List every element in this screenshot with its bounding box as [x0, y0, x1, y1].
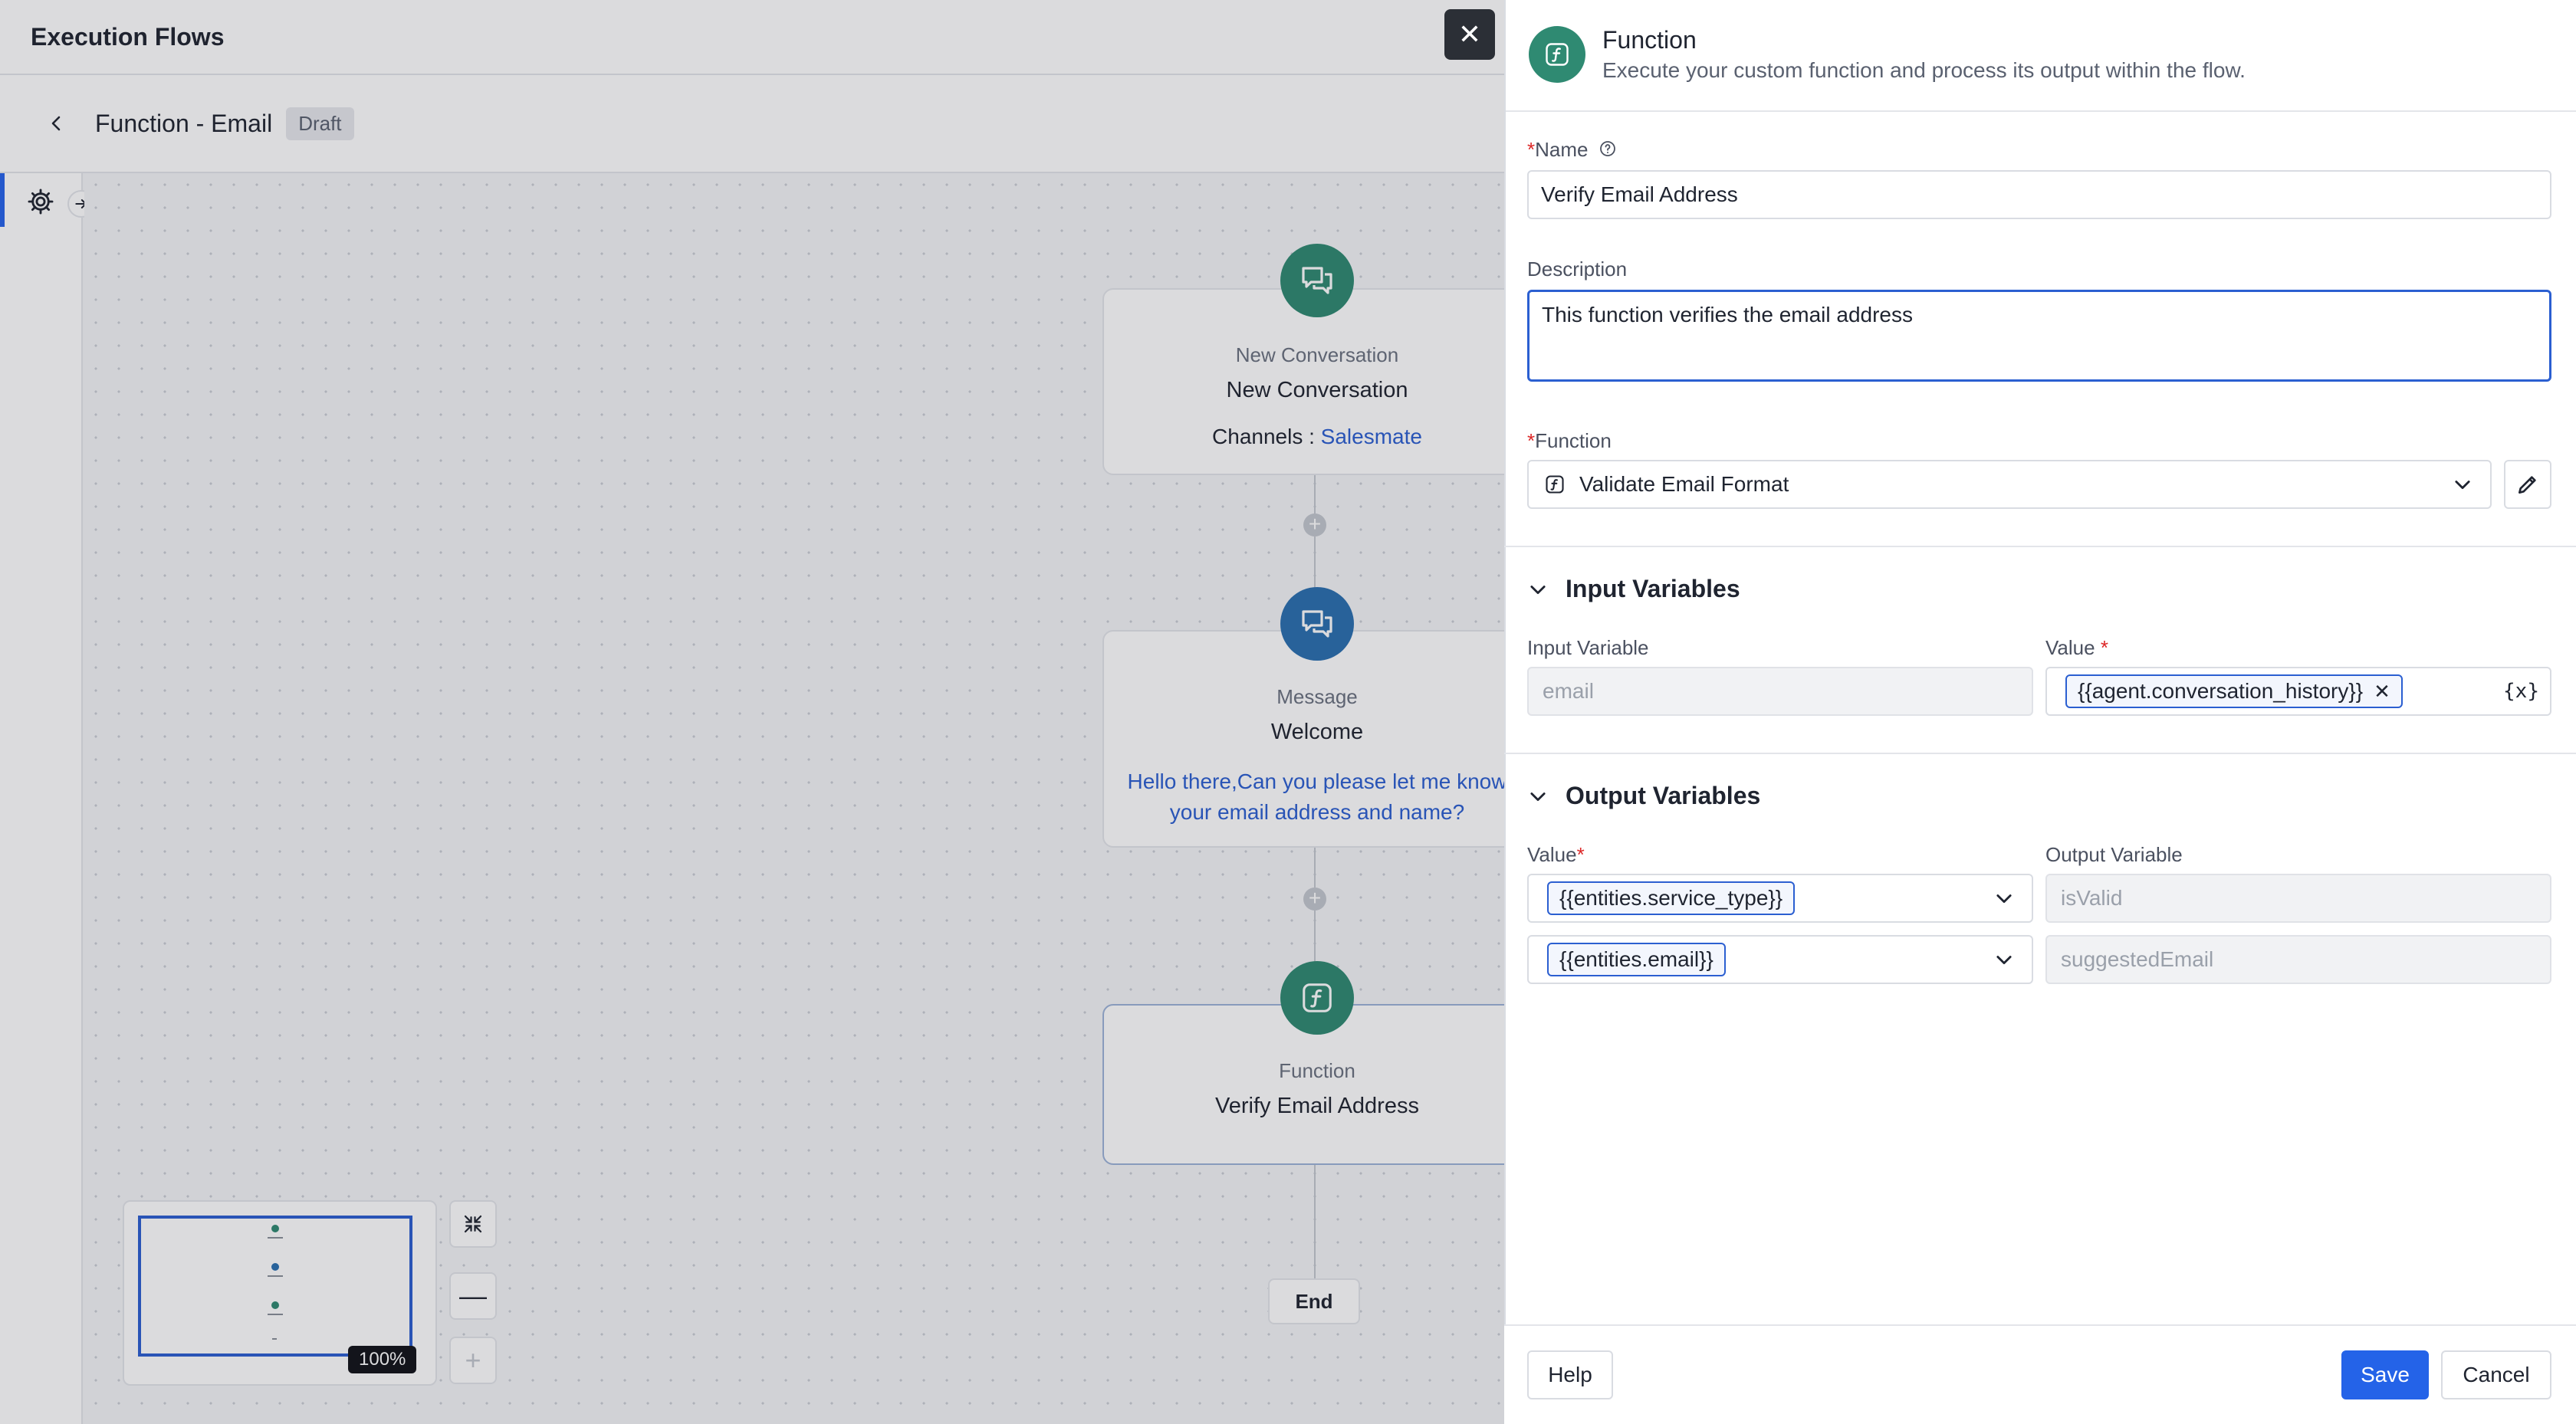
function-label-text: Function — [1535, 429, 1612, 452]
input-variable-field: email — [1527, 667, 2033, 716]
name-input[interactable] — [1527, 170, 2551, 219]
help-button[interactable]: Help — [1527, 1350, 1613, 1399]
required-marker: * — [1527, 429, 1536, 452]
pencil-icon — [2518, 476, 2536, 494]
close-icon: ✕ — [1457, 18, 1482, 50]
help-circle-icon[interactable] — [1598, 139, 1617, 163]
input-variables-toggle[interactable]: Input Variables — [1527, 575, 1740, 603]
input-variables-title: Input Variables — [1566, 575, 1740, 602]
required-marker: * — [1527, 138, 1536, 161]
chevron-down-icon — [1530, 585, 1546, 594]
output-variables-toggle[interactable]: Output Variables — [1527, 782, 1760, 810]
variable-chip: {{entities.service_type}} — [1547, 881, 1796, 915]
section-divider — [1504, 753, 2576, 754]
value-label-text: Value — [1527, 843, 1577, 866]
close-drawer-button[interactable]: ✕ — [1444, 9, 1495, 60]
input-value-field[interactable]: {{agent.conversation_history}} ✕ {x} — [2045, 667, 2551, 716]
save-button[interactable]: Save — [2341, 1350, 2429, 1399]
edit-function-button[interactable] — [2504, 460, 2551, 509]
modal-backdrop[interactable] — [0, 0, 1504, 1424]
variable-chip-text: {{entities.service_type}} — [1559, 886, 1783, 910]
chevron-down-icon — [1996, 894, 2012, 904]
variable-chip-text: {{entities.email}} — [1559, 947, 1714, 971]
required-marker: * — [2100, 636, 2108, 659]
output-value-select[interactable]: {{entities.service_type}} — [1527, 874, 2033, 923]
input-variable-column-label: Input Variable — [1527, 636, 1649, 659]
output-variable-field: suggestedEmail — [2045, 935, 2551, 984]
chevron-down-icon — [2455, 481, 2470, 490]
description-label: Description — [1527, 258, 1628, 281]
drawer-header: Function Execute your custom function an… — [1506, 0, 2576, 112]
output-value-column-label: Value* — [1527, 843, 1585, 867]
output-value-select[interactable]: {{entities.email}} — [1527, 935, 2033, 984]
name-label-text: Name — [1535, 138, 1589, 161]
value-column-label: Value * — [2045, 636, 2108, 660]
remove-chip-icon[interactable]: ✕ — [2374, 680, 2390, 704]
variable-chip: {{agent.conversation_history}} ✕ — [2065, 674, 2403, 708]
variable-chip-text: {{agent.conversation_history}} — [2078, 679, 2364, 703]
variable-chip: {{entities.email}} — [1547, 943, 1726, 976]
drawer-title: Function — [1602, 26, 1697, 54]
output-variables-title: Output Variables — [1566, 782, 1761, 809]
section-divider — [1504, 546, 2576, 547]
variable-picker-icon[interactable]: {x} — [2503, 680, 2539, 703]
function-icon — [1529, 26, 1585, 83]
description-textarea[interactable]: This function verifies the email address — [1527, 290, 2551, 382]
output-variable-column-label: Output Variable — [2045, 843, 2183, 866]
cancel-button[interactable]: Cancel — [2441, 1350, 2551, 1399]
required-marker: * — [1576, 843, 1585, 866]
name-label: *Name — [1527, 138, 1617, 163]
chevron-down-icon — [1996, 956, 2012, 965]
output-variable-field: isValid — [2045, 874, 2551, 923]
chevron-down-icon — [1530, 792, 1546, 801]
function-label: *Function — [1527, 429, 1612, 453]
drawer-footer: Help Save Cancel — [1504, 1324, 2576, 1424]
value-label-text: Value — [2045, 636, 2095, 659]
drawer-subtitle: Execute your custom function and process… — [1602, 58, 2246, 82]
function-selected-value: Validate Email Format — [1579, 472, 1789, 496]
function-select[interactable]: Validate Email Format — [1527, 460, 2492, 509]
function-small-icon — [1544, 474, 1566, 495]
